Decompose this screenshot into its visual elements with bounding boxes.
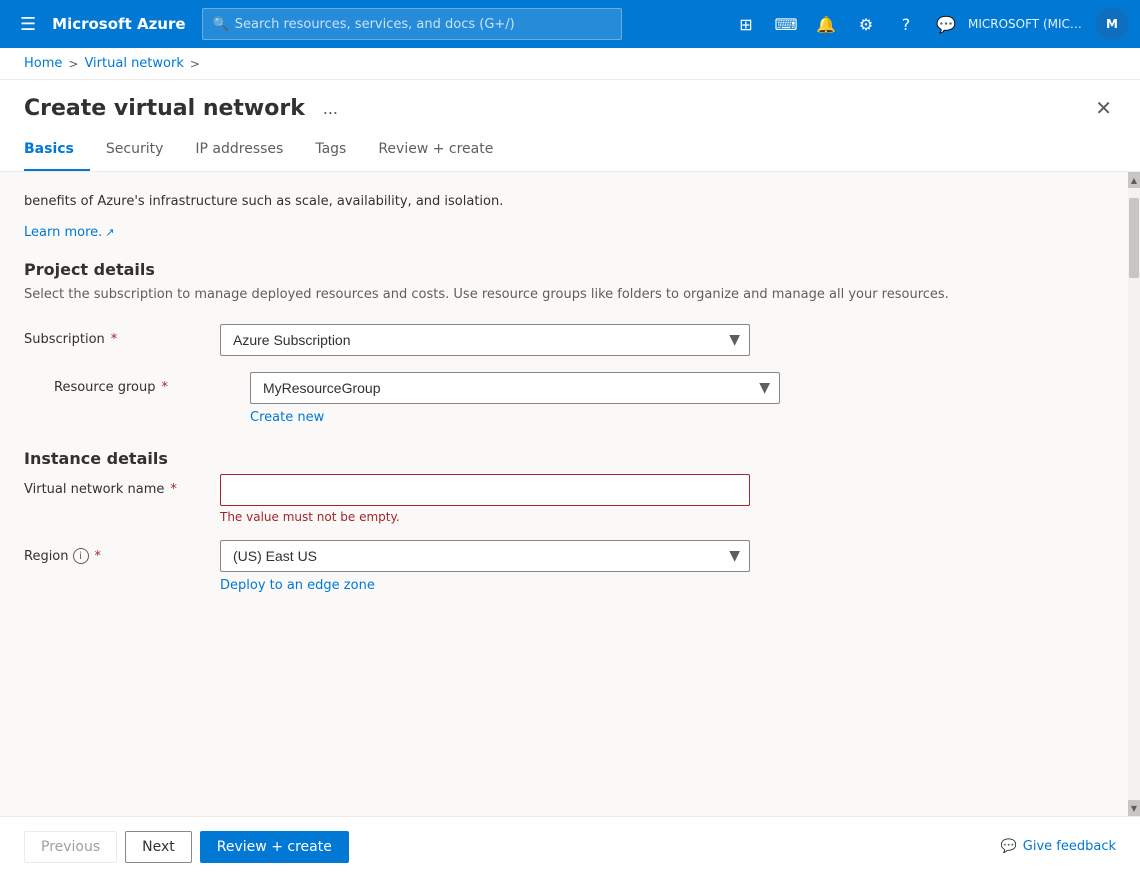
- scrollbar-up-button[interactable]: ▲: [1128, 172, 1140, 188]
- help-icon[interactable]: ?: [888, 6, 924, 42]
- deploy-edge-zone-link[interactable]: Deploy to an edge zone: [220, 578, 375, 593]
- avatar[interactable]: M: [1096, 8, 1128, 40]
- resource-group-row: Resource group * MyResourceGroup ▼ Creat…: [54, 372, 1088, 425]
- project-details-section: Project details Select the subscription …: [24, 260, 1088, 426]
- subscription-required: *: [111, 332, 118, 347]
- previous-button[interactable]: Previous: [24, 831, 117, 863]
- vnet-name-row: Virtual network name * The value must no…: [24, 474, 1088, 524]
- breadcrumb-virtual-network[interactable]: Virtual network: [84, 56, 183, 71]
- vnet-name-label: Virtual network name *: [24, 474, 204, 497]
- tab-ip-addresses[interactable]: IP addresses: [179, 129, 299, 171]
- cloud-shell-icon[interactable]: ⌨: [768, 6, 804, 42]
- scrollbar-down-button[interactable]: ▼: [1128, 800, 1140, 816]
- feedback-icon: 💬: [1001, 839, 1017, 854]
- more-options-button[interactable]: ...: [317, 96, 344, 121]
- portal-icon[interactable]: ⊞: [728, 6, 764, 42]
- give-feedback-button[interactable]: 💬 Give feedback: [1001, 839, 1116, 854]
- vnet-name-error: The value must not be empty.: [220, 510, 750, 524]
- subscription-control: Azure Subscription ▼: [220, 324, 750, 356]
- external-link-icon: ↗: [105, 226, 114, 239]
- subscription-select[interactable]: Azure Subscription: [220, 324, 750, 356]
- hamburger-menu-icon[interactable]: ☰: [12, 10, 44, 39]
- search-placeholder: Search resources, services, and docs (G+…: [235, 17, 515, 32]
- instance-details-section: Instance details Virtual network name * …: [24, 449, 1088, 593]
- resource-group-select[interactable]: MyResourceGroup: [250, 372, 780, 404]
- resource-group-control: MyResourceGroup ▼ Create new: [250, 372, 780, 425]
- vnet-name-required: *: [170, 482, 177, 497]
- tab-tags[interactable]: Tags: [299, 129, 362, 171]
- instance-details-title: Instance details: [24, 449, 1088, 468]
- azure-logo: Microsoft Azure: [52, 15, 185, 33]
- region-row: Region i * (US) East US ▼ Deploy to an e…: [24, 540, 1088, 593]
- tab-review-create[interactable]: Review + create: [362, 129, 509, 171]
- username-display: MICROSOFT (MICROSOFT.ONMI...: [968, 17, 1088, 31]
- region-select[interactable]: (US) East US: [220, 540, 750, 572]
- topbar-icons: ⊞ ⌨ 🔔 ⚙ ? 💬 MICROSOFT (MICROSOFT.ONMI...…: [728, 6, 1128, 42]
- next-button[interactable]: Next: [125, 831, 192, 863]
- region-required: *: [95, 549, 102, 564]
- search-icon: 🔍: [213, 17, 229, 32]
- breadcrumb: Home > Virtual network >: [0, 48, 1140, 80]
- resource-group-required: *: [162, 380, 169, 395]
- breadcrumb-sep-1: >: [68, 57, 78, 71]
- subscription-select-wrapper: Azure Subscription ▼: [220, 324, 750, 356]
- region-info-icon[interactable]: i: [73, 548, 89, 564]
- topbar: ☰ Microsoft Azure 🔍 Search resources, se…: [0, 0, 1140, 48]
- subscription-label: Subscription *: [24, 324, 204, 347]
- footer: Previous Next Review + create 💬 Give fee…: [0, 816, 1140, 876]
- project-details-title: Project details: [24, 260, 1088, 279]
- scrollbar-thumb-area: [1128, 188, 1140, 800]
- breadcrumb-home[interactable]: Home: [24, 56, 62, 71]
- content-scroll[interactable]: benefits of Azure's infrastructure such …: [0, 172, 1128, 816]
- notifications-icon[interactable]: 🔔: [808, 6, 844, 42]
- resource-group-select-wrapper: MyResourceGroup ▼: [250, 372, 780, 404]
- scrollbar-thumb[interactable]: [1129, 198, 1139, 278]
- learn-more-link[interactable]: Learn more. ↗: [24, 225, 115, 240]
- project-details-desc: Select the subscription to manage deploy…: [24, 285, 1088, 305]
- region-control: (US) East US ▼ Deploy to an edge zone: [220, 540, 750, 593]
- page-header: Create virtual network ... ✕: [0, 80, 1140, 129]
- close-button[interactable]: ✕: [1091, 92, 1116, 125]
- review-create-button[interactable]: Review + create: [200, 831, 349, 863]
- content-area: benefits of Azure's infrastructure such …: [0, 172, 1140, 816]
- tab-basics[interactable]: Basics: [24, 129, 90, 171]
- subscription-row: Subscription * Azure Subscription ▼: [24, 324, 1088, 356]
- region-select-wrapper: (US) East US ▼: [220, 540, 750, 572]
- vnet-name-control: The value must not be empty.: [220, 474, 750, 524]
- search-bar[interactable]: 🔍 Search resources, services, and docs (…: [202, 8, 622, 40]
- resource-group-label: Resource group *: [54, 372, 234, 395]
- tab-security[interactable]: Security: [90, 129, 180, 171]
- feedback-nav-icon[interactable]: 💬: [928, 6, 964, 42]
- scrollbar[interactable]: ▲ ▼: [1128, 172, 1140, 816]
- breadcrumb-sep-2: >: [190, 57, 200, 71]
- tabs: Basics Security IP addresses Tags Review…: [0, 129, 1140, 172]
- create-new-link[interactable]: Create new: [250, 410, 324, 425]
- settings-icon[interactable]: ⚙: [848, 6, 884, 42]
- region-label: Region i *: [24, 540, 204, 564]
- vnet-name-input[interactable]: [220, 474, 750, 506]
- intro-description: benefits of Azure's infrastructure such …: [24, 192, 1088, 212]
- page-title: Create virtual network: [24, 96, 305, 121]
